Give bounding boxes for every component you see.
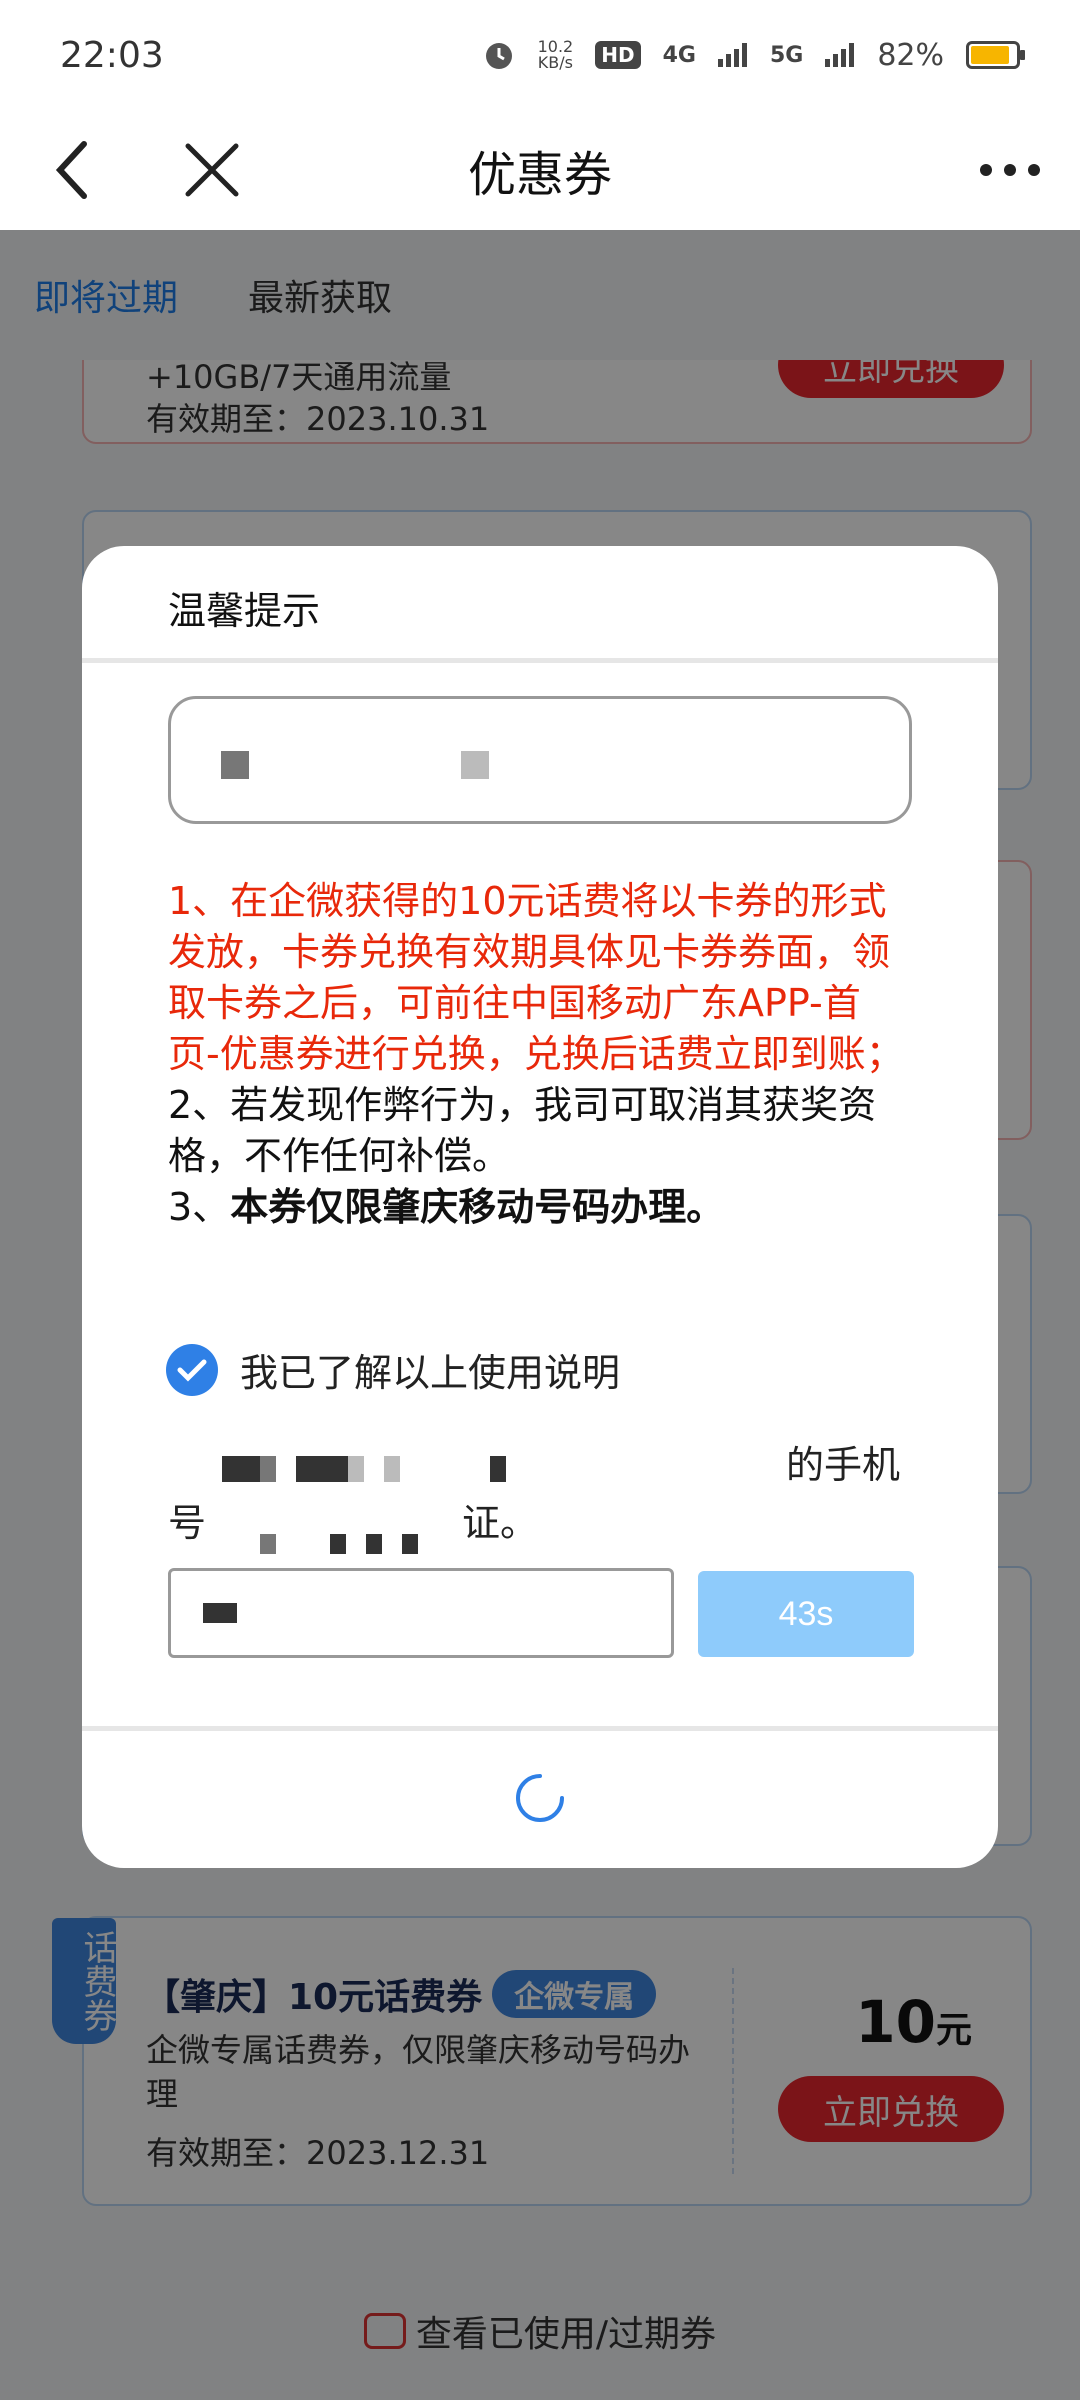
notice-text: 1、在企微获得的10元话费将以卡券的形式发放，卡券兑换有效期具体见卡券券面，领取… (168, 876, 912, 1233)
loading-spinner-icon (516, 1774, 564, 1822)
battery-percent: 82% (877, 37, 944, 73)
sim1-label: 4G (662, 42, 696, 68)
notice-item-1: 1、在企微获得的10元话费将以卡券的形式发放，卡券兑换有效期具体见卡券券面，领取… (168, 879, 904, 1076)
agree-label: 我已了解以上使用说明 (240, 1351, 621, 1395)
masked-field (168, 696, 912, 824)
signal-icon (717, 43, 747, 67)
net-speed: 10.2 KB/s (537, 37, 574, 72)
hd-icon: HD (595, 41, 641, 69)
send-code-button[interactable]: 43s (698, 1571, 914, 1657)
notice-item-3: 3、本券仅限肇庆移动号码办理。 (168, 1185, 725, 1229)
phone-hint-text-3: 证。 (462, 1501, 539, 1545)
app-header: 优惠券 (0, 110, 1080, 230)
dialog-title: 温馨提示 (168, 589, 321, 633)
checkmark-icon (177, 1359, 207, 1382)
agree-row[interactable]: 我已了解以上使用说明 (166, 1342, 620, 1397)
status-icons: 10.2 KB/s HD 4G 5G 82% (482, 37, 1025, 73)
status-bar: 22:03 10.2 KB/s HD 4G 5G 82% (0, 0, 1080, 110)
status-time: 22:03 (60, 34, 164, 76)
tips-dialog: 温馨提示 1、在企微获得的10元话费将以卡券的形式发放，卡券兑换有效期具体见卡券… (82, 546, 998, 1868)
back-icon (55, 141, 87, 199)
battery-icon (966, 41, 1025, 69)
sim2-label: 5G (769, 42, 804, 68)
more-icon (980, 164, 1040, 176)
close-icon (185, 143, 239, 197)
dialog-divider (82, 658, 998, 663)
phone-hint-text-2: 号 (168, 1501, 207, 1545)
verification-code-input[interactable] (168, 1568, 674, 1658)
signal-icon-2 (825, 43, 855, 67)
notice-item-2: 2、若发现作弊行为，我司可取消其获奖资格，不作任何补偿。 (168, 1083, 877, 1178)
alarm-icon (485, 43, 512, 69)
close-button[interactable] (162, 120, 262, 220)
more-button[interactable] (960, 120, 1060, 220)
agree-checkbox[interactable] (166, 1343, 218, 1396)
dialog-divider-2 (82, 1726, 998, 1731)
back-button[interactable] (22, 120, 122, 220)
phone-hint-text: 的手机 (785, 1443, 900, 1487)
